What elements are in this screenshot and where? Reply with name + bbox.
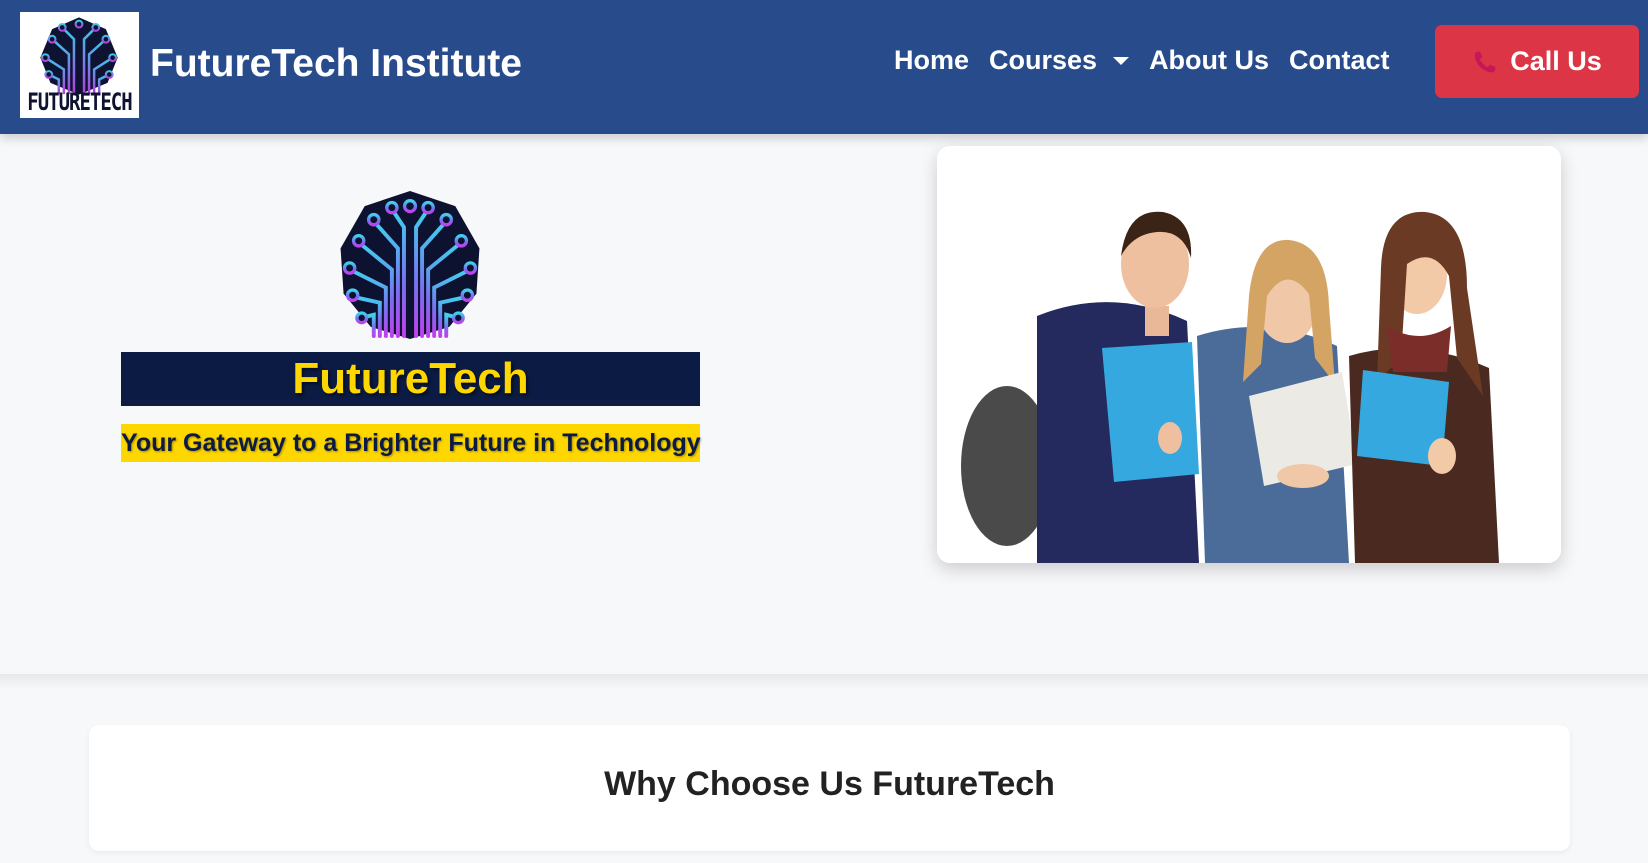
why-choose-us-card: Why Choose Us FutureTech [89,725,1570,851]
nav-courses-dropdown[interactable]: Courses [989,45,1130,76]
call-us-button[interactable]: Call Us [1435,25,1639,98]
brand-logo[interactable]: FUTURETECH [20,12,139,118]
nav-home[interactable]: Home [894,45,969,76]
phone-icon [1474,51,1496,72]
hero-students-image [937,146,1561,563]
nav-contact[interactable]: Contact [1289,45,1390,76]
hero-tree-logo-icon [340,191,480,339]
chevron-down-icon[interactable] [1113,56,1130,65]
section-divider [0,674,1648,690]
students-illustration [937,146,1561,563]
brand-name[interactable]: FutureTech Institute [150,42,522,86]
hero-title: FutureTech [121,352,700,406]
logo-wordmark: FUTURETECH [27,88,132,117]
navbar: FUTURETECH FutureTech Institute Home Cou… [0,0,1648,134]
main-nav: Home Courses About Us Contact [894,45,1410,76]
call-us-label: Call Us [1510,46,1602,76]
tree-logo-icon [40,17,118,95]
why-choose-us-title: Why Choose Us FutureTech [604,765,1055,803]
nav-about[interactable]: About Us [1149,45,1269,76]
nav-courses[interactable]: Courses [989,45,1097,76]
hero-tagline: Your Gateway to a Brighter Future in Tec… [121,424,701,462]
